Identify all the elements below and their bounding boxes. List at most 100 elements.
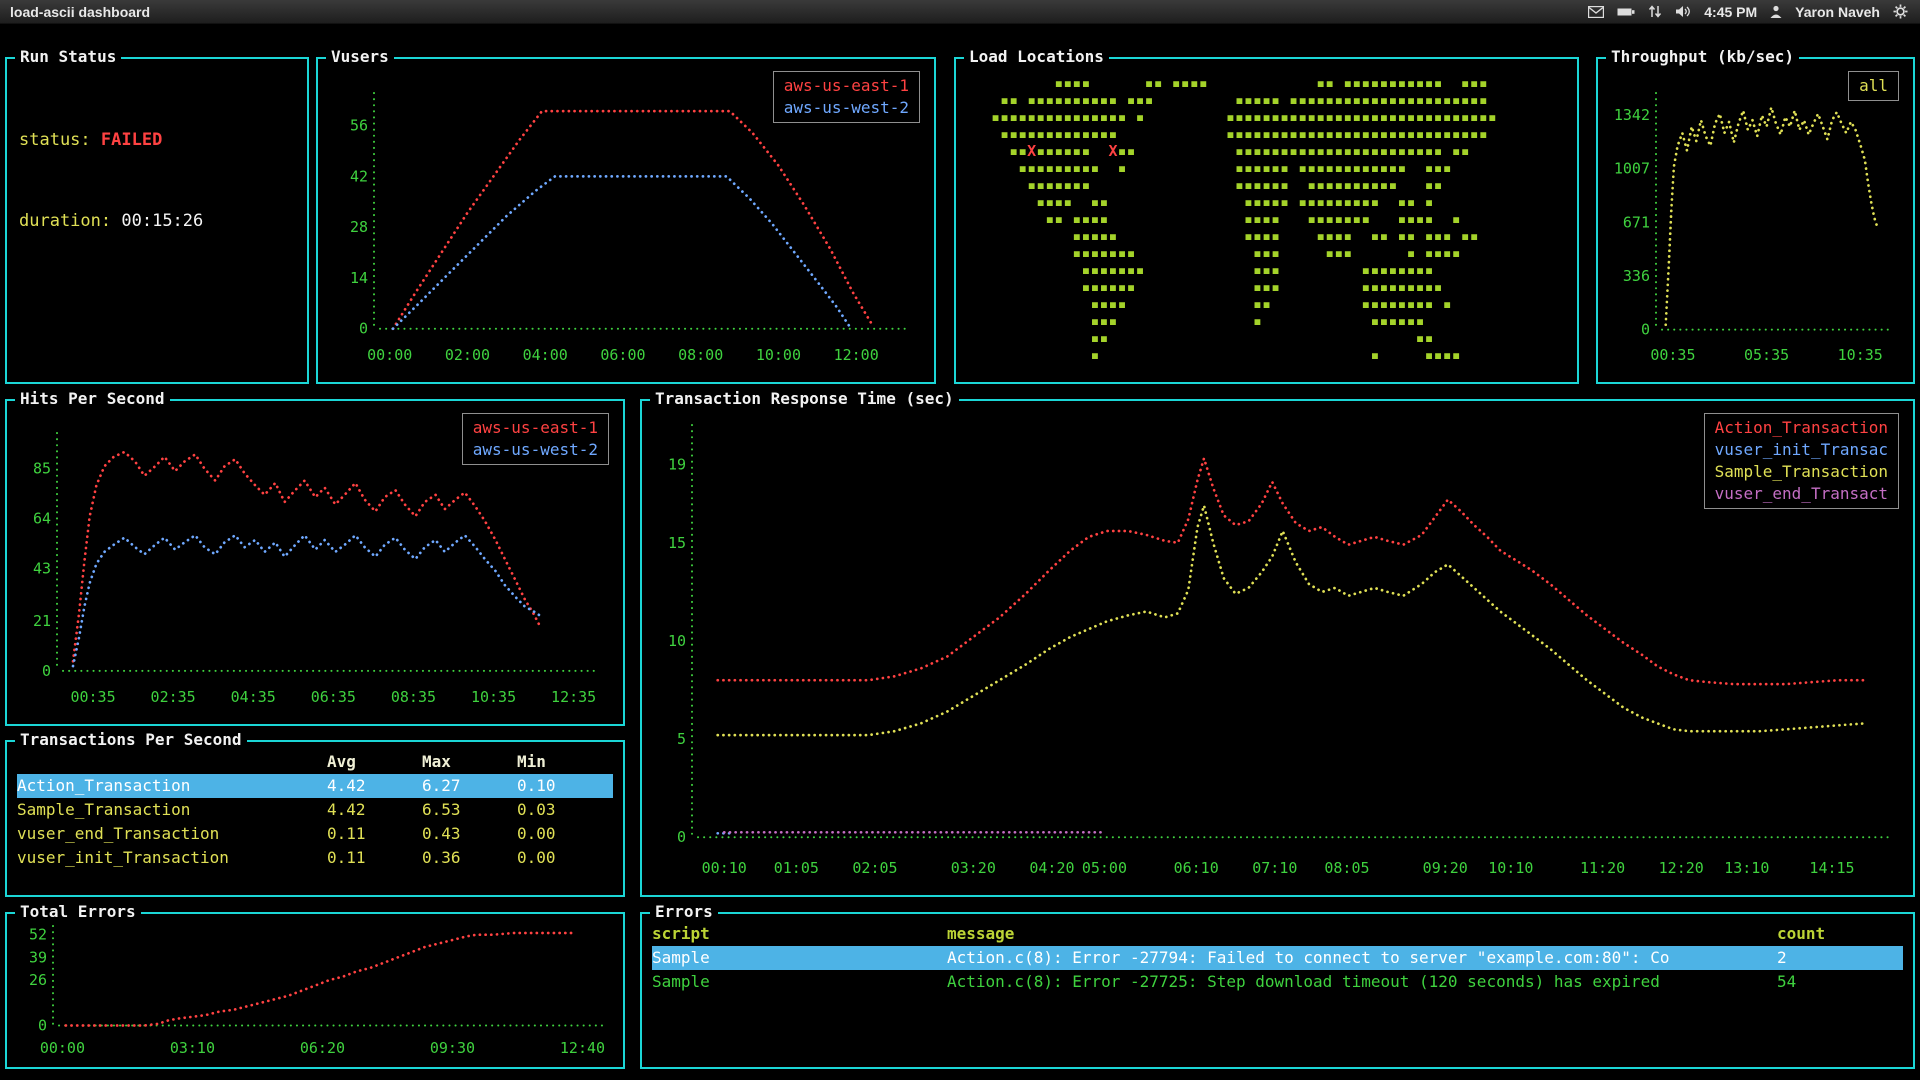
legend-entry: all (1859, 75, 1888, 97)
status-value: FAILED (101, 130, 162, 150)
svg-text:0: 0 (1641, 321, 1650, 339)
throughput-plot: 03366711007134200:3505:3510:35 (1598, 59, 1913, 382)
error-row[interactable]: SampleAction.c(8): Error -27725: Step do… (652, 970, 1903, 994)
svg-text:5: 5 (677, 730, 686, 748)
total_errors-plot: 026395200:0003:1006:2009:3012:40 (7, 914, 623, 1067)
panel-title: Load Locations (964, 47, 1109, 66)
cell: Action.c(8): Error -27725: Step download… (947, 970, 1777, 994)
cell: Action.c(8): Error -27794: Failed to con… (947, 946, 1777, 970)
duration-value: 00:15:26 (121, 211, 203, 231)
svg-text:26: 26 (29, 971, 47, 989)
vusers-legend: aws-us-east-1aws-us-west-2 (773, 71, 920, 123)
tps-row[interactable]: Sample_Transaction4.426.530.03 (17, 798, 613, 822)
svg-text:12:35: 12:35 (551, 688, 596, 706)
svg-text:06:10: 06:10 (1174, 859, 1219, 877)
svg-text:13:10: 13:10 (1724, 859, 1769, 877)
run-status-panel: Run Status status: FAILED duration: 00:1… (5, 57, 309, 384)
svg-text:0: 0 (359, 320, 368, 338)
legend-entry: aws-us-west-2 (473, 439, 598, 461)
svg-text:39: 39 (29, 948, 47, 966)
svg-text:14:15: 14:15 (1809, 859, 1854, 877)
svg-text:00:00: 00:00 (40, 1039, 85, 1057)
clock: 4:45 PM (1704, 4, 1757, 20)
transactions-per-second-panel: Transactions Per Second AvgMaxMinAction_… (5, 740, 625, 897)
svg-text:28: 28 (350, 218, 368, 236)
world-map-ascii: ▪▪▪▪ ▪▪ ▪▪▪▪ ▪▪ ▪▪▪▪▪▪▪▪▪▪▪ ▪▪▪ ▪▪ ▪▪▪▪▪… (982, 75, 1506, 364)
svg-text:07:10: 07:10 (1252, 859, 1297, 877)
window-title: load-ascii dashboard (0, 4, 150, 20)
mail-icon[interactable] (1588, 6, 1604, 18)
svg-text:12:20: 12:20 (1659, 859, 1704, 877)
svg-text:64: 64 (33, 510, 51, 528)
gear-icon[interactable] (1893, 4, 1908, 19)
legend-entry: Action_Transaction (1715, 417, 1888, 439)
svg-text:00:10: 00:10 (702, 859, 747, 877)
svg-text:00:35: 00:35 (70, 688, 115, 706)
total-errors-chart: 026395200:0003:1006:2009:3012:40 (7, 914, 623, 1067)
errors-panel: Errors scriptmessagecountSampleAction.c(… (640, 912, 1915, 1069)
trt-legend: Action_Transactionvuser_init_TransacSamp… (1704, 413, 1899, 509)
duration-label: duration: (19, 211, 111, 231)
error-row[interactable]: SampleAction.c(8): Error -27794: Failed … (652, 946, 1903, 970)
svg-text:85: 85 (33, 460, 51, 478)
cell: 0.00 (517, 846, 613, 870)
throughput-panel: Throughput (kb/sec) 03366711007134200:35… (1596, 57, 1915, 384)
cell: script (652, 922, 947, 946)
total-errors-panel: Total Errors 026395200:0003:1006:2009:30… (5, 912, 625, 1069)
cell: vuser_end_Transaction (17, 822, 327, 846)
svg-text:0: 0 (42, 662, 51, 680)
legend-entry: vuser_init_Transac (1715, 439, 1888, 461)
svg-text:03:10: 03:10 (170, 1039, 215, 1057)
panel-title: Transactions Per Second (15, 730, 247, 749)
cell: 4.42 (327, 798, 422, 822)
svg-text:04:20: 04:20 (1029, 859, 1074, 877)
panel-title: Errors (650, 902, 718, 921)
svg-text:21: 21 (33, 612, 51, 630)
legend-entry: aws-us-east-1 (473, 417, 598, 439)
cell: 6.27 (422, 774, 517, 798)
tps-row[interactable]: vuser_end_Transaction0.110.430.00 (17, 822, 613, 846)
cell: vuser_init_Transaction (17, 846, 327, 870)
cell: 0.11 (327, 846, 422, 870)
cell: 0.10 (517, 774, 613, 798)
cell: 0.03 (517, 798, 613, 822)
throughput-chart: 03366711007134200:3505:3510:35 (1598, 59, 1913, 382)
svg-text:10:35: 10:35 (1838, 346, 1883, 364)
volume-icon[interactable] (1675, 5, 1691, 18)
cell: 6.53 (422, 798, 517, 822)
cell: 0.36 (422, 846, 517, 870)
load-location-marker: X (1108, 142, 1117, 160)
hits-per-second-panel: Hits Per Second 02143648500:3502:3504:35… (5, 399, 625, 726)
transaction-response-time-panel: Transaction Response Time (sec) 05101519… (640, 399, 1915, 897)
svg-text:09:30: 09:30 (430, 1039, 475, 1057)
vusers-panel: Vusers 01428425600:0002:0004:0006:0008:0… (316, 57, 936, 384)
svg-text:05:00: 05:00 (1082, 859, 1127, 877)
cell: Sample_Transaction (17, 798, 327, 822)
cell: Min (517, 750, 613, 774)
tps-row[interactable]: vuser_init_Transaction0.110.360.00 (17, 846, 613, 870)
svg-text:336: 336 (1623, 267, 1650, 285)
network-arrows-icon[interactable] (1648, 5, 1662, 18)
user-menu[interactable]: Yaron Naveh (1795, 4, 1880, 20)
svg-text:10: 10 (668, 632, 686, 650)
svg-text:08:05: 08:05 (1324, 859, 1369, 877)
cell: Avg (327, 750, 422, 774)
terminal-dashboard: Run Status status: FAILED duration: 00:1… (0, 24, 1920, 1080)
cell: Action_Transaction (17, 774, 327, 798)
cell: 2 (1777, 946, 1903, 970)
svg-text:43: 43 (33, 560, 51, 578)
svg-text:09:20: 09:20 (1423, 859, 1468, 877)
svg-text:0: 0 (677, 828, 686, 846)
battery-icon[interactable] (1617, 7, 1635, 17)
load-location-marker: X (1027, 142, 1036, 160)
cell: Sample (652, 946, 947, 970)
svg-text:10:35: 10:35 (471, 688, 516, 706)
cell: 0.43 (422, 822, 517, 846)
cell: count (1777, 922, 1903, 946)
svg-text:06:35: 06:35 (311, 688, 356, 706)
svg-text:52: 52 (29, 926, 47, 944)
cell: Max (422, 750, 517, 774)
legend-entry: vuser_end_Transact (1715, 483, 1888, 505)
svg-text:03:20: 03:20 (951, 859, 996, 877)
tps-row[interactable]: Action_Transaction4.426.270.10 (17, 774, 613, 798)
